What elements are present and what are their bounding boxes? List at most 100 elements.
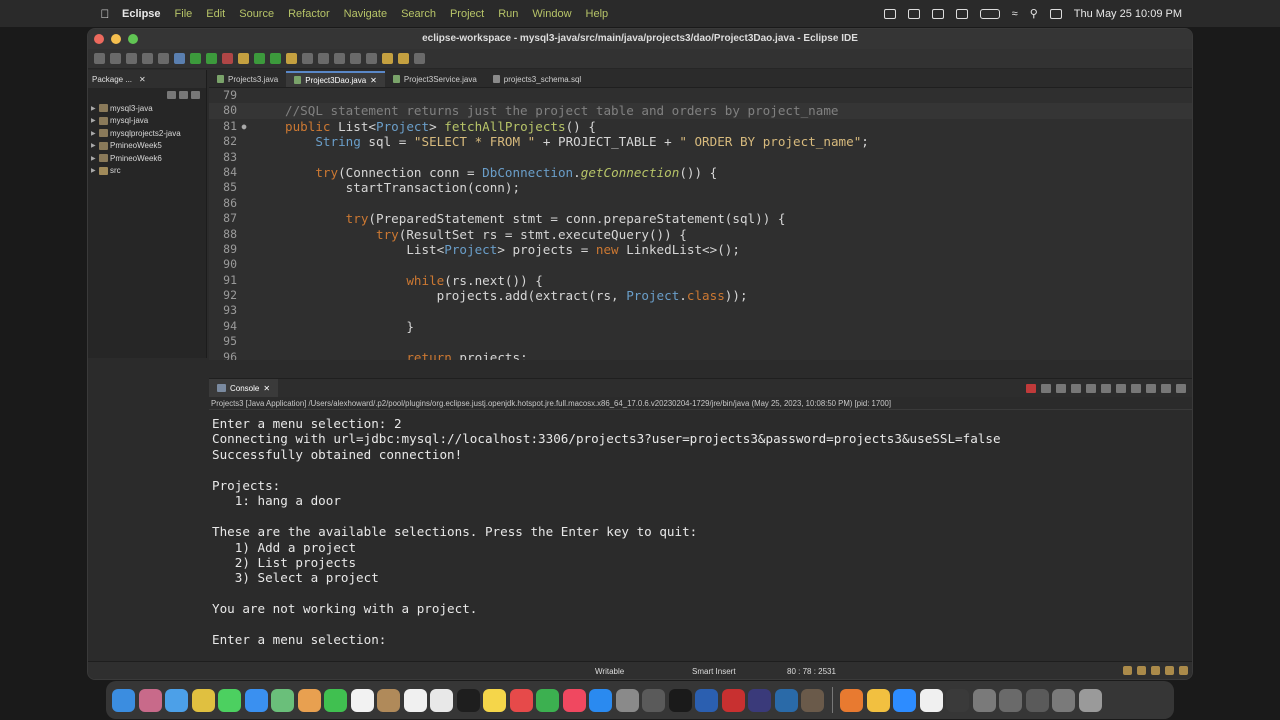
acrobat-icon[interactable] [721,688,745,712]
pencil-icon[interactable] [642,688,665,712]
open-type-icon[interactable] [286,53,297,64]
new-package-icon[interactable] [254,53,265,64]
show-on-output-icon[interactable] [1101,383,1111,393]
chevron-right-icon[interactable]: ▶ [91,117,97,124]
google-drive-icon[interactable] [866,688,890,712]
open-task-icon[interactable] [302,53,313,64]
remove-all-terminated-icon[interactable] [1056,383,1066,393]
facetime-icon[interactable] [324,688,347,712]
menu-navigate[interactable]: Navigate [344,8,387,20]
package-explorer-tab[interactable]: Package ... ✕ [88,70,206,88]
code-area[interactable]: 79 80//SQL statement returns just the pr… [209,88,1192,360]
skip-breakpoints-icon[interactable] [158,53,169,64]
code-line[interactable]: 91 while(rs.next()) { [209,273,1192,288]
menu-app-name[interactable]: Eclipse [122,8,161,20]
numbers-icon[interactable] [536,688,559,712]
word-icon[interactable] [695,688,718,712]
code-line[interactable]: 96 return projects; [209,350,1192,360]
code-line[interactable]: 89 List<Project> projects = new LinkedLi… [209,242,1192,257]
window-thumbnail-icon[interactable] [972,688,996,712]
console-output[interactable]: Enter a menu selection: 2 Connecting wit… [209,410,1192,648]
display-console-icon[interactable] [1131,383,1141,393]
apple-icon[interactable]:  [98,7,112,21]
tab-projects3-schema-sql[interactable]: projects3_schema.sql [485,71,589,87]
view-menu-icon[interactable] [191,91,200,99]
save-icon[interactable] [110,53,121,64]
creative-cloud-icon[interactable] [883,8,896,19]
tab-project3service-java[interactable]: Project3Service.java [385,71,485,87]
new-java-project-icon[interactable] [238,53,249,64]
help-icon[interactable] [946,688,969,712]
code-line[interactable]: 87 try(PreparedStatement stmt = conn.pre… [209,211,1192,226]
chrome-icon[interactable] [191,688,215,712]
previous-annotation-icon[interactable] [366,53,377,64]
reminders-icon[interactable] [403,688,427,712]
menu-edit[interactable]: Edit [206,8,225,20]
code-line[interactable]: 81 ● public List<Project> fetchAllProjects… [209,119,1192,134]
status-app-icon[interactable] [907,8,920,19]
link-with-editor-icon[interactable] [179,91,188,99]
calendar-icon[interactable] [350,688,374,712]
mylyn-icon[interactable] [1151,666,1160,675]
git-icon[interactable] [1165,666,1174,675]
tip-icon[interactable] [1179,666,1188,675]
open-console-icon[interactable] [1146,383,1156,393]
tree-item-pmineoweek6[interactable]: ▶ PmineoWeek6 [88,152,206,165]
toggle-mark-occurrences-icon[interactable] [334,53,345,64]
control-center-icon[interactable] [1049,8,1062,19]
photos-icon[interactable] [297,688,321,712]
finder-icon[interactable] [112,688,135,712]
terminate-icon[interactable] [1026,383,1036,393]
code-line[interactable]: 83 [209,150,1192,165]
external-tools-icon[interactable] [222,53,233,64]
new-class-icon[interactable] [270,53,281,64]
tab-console[interactable]: Console ✕ [209,379,279,397]
screen-mirror-icon[interactable] [955,8,968,19]
menu-search[interactable]: Search [401,8,436,20]
pin-console-icon[interactable] [1116,383,1126,393]
maximize-view-icon[interactable] [1176,383,1186,393]
tree-item-mysql-java[interactable]: ▶ mysql-java [88,115,206,128]
code-line[interactable]: 79 [209,88,1192,103]
status-cursor-position[interactable]: 80 : 78 : 2531 [787,667,836,676]
close-icon[interactable]: ✕ [139,75,146,84]
notification-icon[interactable] [1137,666,1146,675]
chevron-right-icon[interactable]: ▶ [91,167,97,174]
app-store-icon[interactable] [589,688,612,712]
dbeaver-icon[interactable] [801,688,824,712]
close-icon[interactable]: ✕ [370,76,377,85]
minimize-view-icon[interactable] [1161,383,1171,393]
code-line[interactable]: 90 [209,257,1192,272]
debug-icon[interactable] [174,53,185,64]
menu-run[interactable]: Run [498,8,518,20]
next-annotation-icon[interactable] [350,53,361,64]
menu-project[interactable]: Project [450,8,484,20]
play-icon[interactable] [931,8,944,19]
search-icon[interactable] [318,53,329,64]
word-wrap-icon[interactable] [1086,383,1096,393]
menu-help[interactable]: Help [586,8,609,20]
pin-editor-icon[interactable] [414,53,425,64]
messages-icon[interactable] [218,688,241,712]
collapse-all-icon[interactable] [167,91,176,99]
tab-project3dao-java[interactable]: Project3Dao.java ✕ [286,71,385,87]
console-input-line[interactable]: Enter a menu selection: [212,632,1192,647]
run-icon[interactable] [190,53,201,64]
contacts-icon[interactable] [377,688,400,712]
tab-projects3-java[interactable]: Projects3.java [209,71,286,87]
maps-icon[interactable] [271,688,294,712]
tree-item-src[interactable]: ▶ src [88,165,206,178]
close-icon[interactable]: ✕ [263,384,270,393]
trash-icon[interactable] [1078,688,1102,712]
chevron-right-icon[interactable]: ▶ [91,155,97,162]
chevron-right-icon[interactable]: ▶ [91,105,97,112]
code-line[interactable]: 86 [209,196,1192,211]
news-icon[interactable] [509,688,533,712]
launchpad-icon[interactable] [138,688,162,712]
tree-item-mysql3-java[interactable]: ▶ mysql3-java [88,102,206,115]
document-icon[interactable] [919,688,943,712]
music-icon[interactable] [562,688,586,712]
terminal-app-icon[interactable] [668,688,692,712]
freeform-icon[interactable] [430,688,453,712]
code-line[interactable]: 92 projects.add(extract(rs, Project.clas… [209,288,1192,303]
